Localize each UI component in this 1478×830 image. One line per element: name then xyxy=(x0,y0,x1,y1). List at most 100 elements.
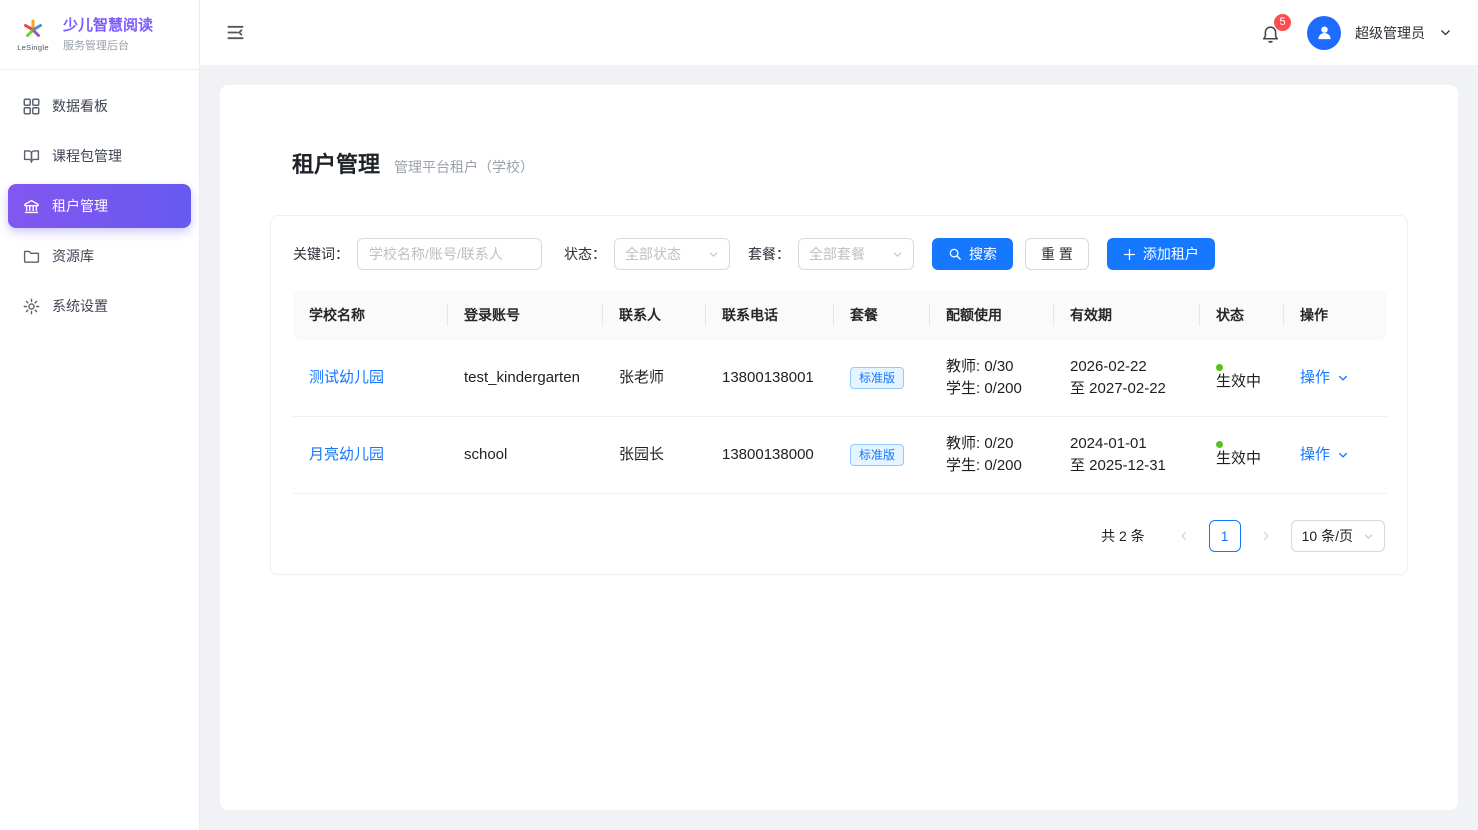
topbar: 5 超级管理员 xyxy=(200,0,1478,65)
plan-label: 套餐： xyxy=(748,244,790,264)
gear-icon xyxy=(22,297,40,315)
valid-to: 至 2025-12-31 xyxy=(1070,455,1184,477)
content-area: 租户管理 管理平台租户（学校） 关键词： 状态： 全部状态 xyxy=(200,65,1478,830)
school-name-link[interactable]: 月亮幼儿园 xyxy=(309,446,384,463)
contact-cell: 张老师 xyxy=(603,340,706,417)
sidebar-item-label: 数据看板 xyxy=(52,96,108,116)
sidebar-item-system-settings[interactable]: 系统设置 xyxy=(8,284,191,328)
col-header-quota: 配额使用 xyxy=(930,290,1054,340)
page-head: 租户管理 管理平台租户（学校） xyxy=(292,147,1386,179)
status-cell: 生效中 xyxy=(1200,417,1284,494)
pagination-prev-icon[interactable] xyxy=(1168,520,1200,552)
account-cell: test_kindergarten xyxy=(448,340,603,417)
valid-to: 至 2027-02-22 xyxy=(1070,378,1184,400)
status-text: 生效中 xyxy=(1216,371,1261,393)
sidebar-item-resource-library[interactable]: 资源库 xyxy=(8,234,191,278)
page-size-select[interactable]: 10 条/页 xyxy=(1291,520,1385,552)
chevron-down-icon xyxy=(708,249,719,260)
sidebar: LeSingle 少儿智慧阅读 服务管理后台 数据看板 xyxy=(0,0,200,830)
status-label: 状态： xyxy=(564,244,606,264)
validity-cell: 2026-02-22 至 2027-02-22 xyxy=(1054,340,1200,417)
quota-cell: 教师: 0/20 学生: 0/200 xyxy=(930,417,1054,494)
phone-cell: 13800138001 xyxy=(706,340,834,417)
lesingle-logo-icon xyxy=(20,18,46,42)
page-size-value: 10 条/页 xyxy=(1302,526,1353,546)
plus-icon xyxy=(1123,248,1136,261)
chevron-down-icon xyxy=(1337,449,1349,461)
pagination: 共 2 条 1 10 条/页 xyxy=(293,520,1385,552)
pagination-total: 共 2 条 xyxy=(1101,526,1145,546)
row-actions-dropdown[interactable]: 操作 xyxy=(1300,367,1349,389)
sidebar-collapse-icon[interactable] xyxy=(226,23,246,43)
col-header-school: 学校名称 xyxy=(293,290,448,340)
col-header-validity: 有效期 xyxy=(1054,290,1200,340)
book-icon xyxy=(22,147,40,165)
sidebar-menu: 数据看板 课程包管理 租户管理 xyxy=(0,70,199,342)
brand-text: 少儿智慧阅读 服务管理后台 xyxy=(63,16,153,54)
notification-bell-icon[interactable]: 5 xyxy=(1261,22,1283,44)
chevron-down-icon xyxy=(892,249,903,260)
pagination-page-1[interactable]: 1 xyxy=(1209,520,1241,552)
chevron-down-icon xyxy=(1337,372,1349,384)
sidebar-item-label: 资源库 xyxy=(52,246,94,266)
search-icon xyxy=(948,247,962,261)
dashboard-icon xyxy=(22,97,40,115)
quota-student: 学生: 0/200 xyxy=(946,378,1038,400)
user-menu-chevron-down-icon[interactable] xyxy=(1439,26,1452,39)
brand-title: 少儿智慧阅读 xyxy=(63,16,153,36)
current-user-name[interactable]: 超级管理员 xyxy=(1355,23,1425,43)
status-dot-icon xyxy=(1216,364,1223,371)
col-header-phone: 联系电话 xyxy=(706,290,834,340)
search-button[interactable]: 搜索 xyxy=(932,238,1013,270)
quota-cell: 教师: 0/30 学生: 0/200 xyxy=(930,340,1054,417)
actions-label: 操作 xyxy=(1300,367,1330,389)
page-card: 租户管理 管理平台租户（学校） 关键词： 状态： 全部状态 xyxy=(220,85,1458,810)
school-name-link[interactable]: 测试幼儿园 xyxy=(309,369,384,386)
sidebar-item-course-packages[interactable]: 课程包管理 xyxy=(8,134,191,178)
keyword-input[interactable] xyxy=(357,238,542,270)
folder-icon xyxy=(22,247,40,265)
add-tenant-button[interactable]: 添加租户 xyxy=(1107,238,1215,270)
sidebar-item-dashboard[interactable]: 数据看板 xyxy=(8,84,191,128)
row-actions-dropdown[interactable]: 操作 xyxy=(1300,444,1349,466)
status-cell: 生效中 xyxy=(1200,340,1284,417)
status-select-value: 全部状态 xyxy=(625,244,681,264)
add-tenant-button-label: 添加租户 xyxy=(1143,244,1199,264)
brand-subtitle: 服务管理后台 xyxy=(63,37,153,53)
brand: LeSingle 少儿智慧阅读 服务管理后台 xyxy=(0,0,199,70)
validity-cell: 2024-01-01 至 2025-12-31 xyxy=(1054,417,1200,494)
col-header-contact: 联系人 xyxy=(603,290,706,340)
building-icon xyxy=(22,197,40,215)
plan-badge: 标准版 xyxy=(850,367,904,389)
plan-badge: 标准版 xyxy=(850,444,904,466)
main-area: 5 超级管理员 租户管理 xyxy=(200,0,1478,830)
contact-cell: 张园长 xyxy=(603,417,706,494)
valid-from: 2024-01-01 xyxy=(1070,433,1184,455)
quota-student: 学生: 0/200 xyxy=(946,455,1038,477)
user-avatar[interactable] xyxy=(1307,16,1341,50)
topbar-right: 5 超级管理员 xyxy=(1261,16,1452,50)
reset-button[interactable]: 重 置 xyxy=(1025,238,1089,270)
page-subtitle: 管理平台租户（学校） xyxy=(394,157,534,177)
sidebar-item-label: 租户管理 xyxy=(52,196,108,216)
valid-from: 2026-02-22 xyxy=(1070,356,1184,378)
sidebar-item-tenant-management[interactable]: 租户管理 xyxy=(8,184,191,228)
app-root: LeSingle 少儿智慧阅读 服务管理后台 数据看板 xyxy=(0,0,1478,830)
sidebar-item-label: 系统设置 xyxy=(52,296,108,316)
plan-select[interactable]: 全部套餐 xyxy=(798,238,914,270)
phone-cell: 13800138000 xyxy=(706,417,834,494)
brand-logo: LeSingle xyxy=(12,18,54,52)
status-badge: 生效中 xyxy=(1216,364,1268,393)
col-header-account: 登录账号 xyxy=(448,290,603,340)
account-cell: school xyxy=(448,417,603,494)
col-header-actions: 操作 xyxy=(1284,290,1387,340)
quota-teacher: 教师: 0/20 xyxy=(946,433,1038,455)
page-title: 租户管理 xyxy=(292,147,380,179)
table-header-row: 学校名称 登录账号 联系人 联系电话 套餐 配额使用 有效期 状态 操作 xyxy=(293,290,1387,340)
reset-button-label: 重 置 xyxy=(1041,244,1073,264)
status-badge: 生效中 xyxy=(1216,441,1268,470)
status-select[interactable]: 全部状态 xyxy=(614,238,730,270)
chevron-down-icon xyxy=(1363,531,1374,542)
pagination-next-icon[interactable] xyxy=(1250,520,1282,552)
table-row: 月亮幼儿园 school 张园长 13800138000 标准版 教师: 0/2… xyxy=(293,417,1387,494)
